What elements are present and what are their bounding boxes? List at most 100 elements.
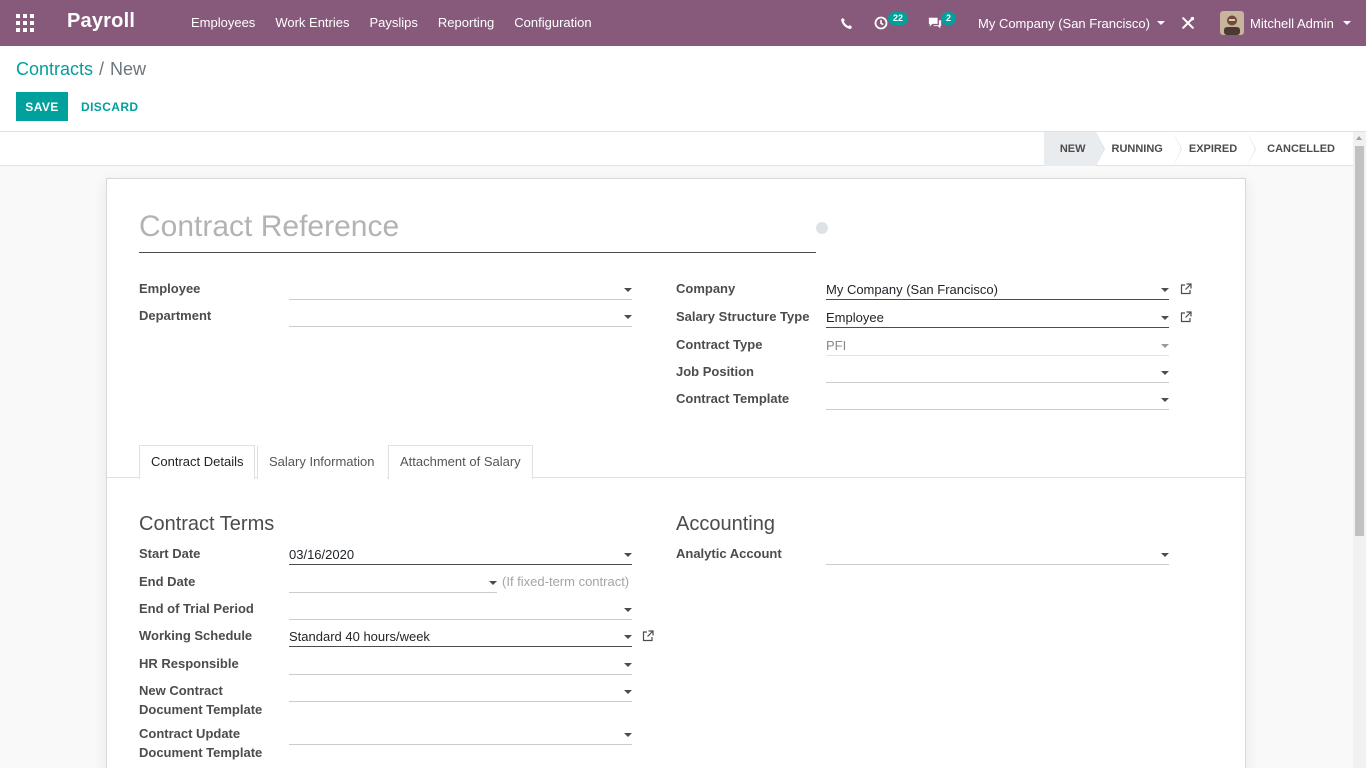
contract-type-field: PFI (826, 336, 1169, 356)
end-date-label: End Date (139, 574, 196, 589)
company-label: Company (676, 281, 736, 296)
job-position-label: Job Position (676, 364, 754, 379)
save-button[interactable]: SAVE (16, 92, 68, 121)
chevron-down-icon (1342, 21, 1351, 25)
user-name: Mitchell Admin (1250, 15, 1334, 31)
external-link-icon[interactable] (642, 630, 654, 642)
menu-payslips[interactable]: Payslips (359, 0, 427, 46)
job-position-field[interactable] (826, 363, 1169, 383)
discard-button[interactable]: DISCARD (74, 92, 145, 121)
caret-down-icon (624, 663, 632, 667)
activities-button[interactable]: 22 (874, 0, 910, 46)
stage-label: NEW (1059, 143, 1086, 155)
menu-employees[interactable]: Employees (181, 0, 265, 46)
notebook-tabs: Contract Details Salary Information Atta… (107, 445, 1245, 479)
phone-button[interactable] (840, 0, 853, 46)
caret-down-icon (624, 553, 632, 557)
hr-responsible-label: HR Responsible (139, 656, 239, 671)
caret-down-icon (1161, 398, 1169, 402)
contract-template-field[interactable] (826, 390, 1169, 410)
end-date-hint: (If fixed-term contract) (502, 574, 630, 589)
caret-down-icon (624, 608, 632, 612)
company-switcher[interactable]: My Company (San Francisco) (978, 0, 1165, 46)
messages-button[interactable]: 2 (927, 0, 959, 46)
stage-label: EXPIRED (1188, 143, 1238, 155)
form-sheet: Contract Reference Employee Department C… (106, 178, 1246, 768)
caret-down-icon (624, 288, 632, 292)
company-name: My Company (San Francisco) (978, 15, 1150, 31)
employee-label: Employee (139, 281, 201, 296)
breadcrumb-current: New (110, 59, 147, 79)
scrollbar-thumb[interactable] (1355, 146, 1364, 536)
analytic-account-field[interactable] (826, 545, 1169, 565)
caret-down-icon (1161, 288, 1169, 292)
working-schedule-field[interactable]: Standard 40 hours/week (289, 627, 632, 647)
contract-reference-input[interactable]: Contract Reference (139, 207, 816, 253)
caret-down-icon (624, 690, 632, 694)
update-contract-template-field[interactable] (289, 725, 632, 745)
working-schedule-label: Working Schedule (139, 628, 253, 643)
caret-down-icon (624, 635, 632, 639)
status-dot-icon (816, 222, 828, 234)
activity-count-badge: 22 (888, 12, 909, 25)
contract-type-label: Contract Type (676, 337, 763, 352)
salary-structure-type-field[interactable]: Employee (826, 308, 1169, 328)
contract-template-label: Contract Template (676, 391, 790, 406)
start-date-field[interactable]: 03/16/2020 (289, 545, 632, 565)
trial-period-label: End of Trial Period (139, 601, 254, 616)
user-menu[interactable]: Mitchell Admin (1220, 0, 1351, 46)
tab-salary-information[interactable]: Salary Information (257, 445, 387, 479)
caret-down-icon (624, 315, 632, 319)
app-name[interactable]: Payroll (67, 10, 135, 33)
caret-down-icon (1161, 371, 1169, 375)
main-menu: Employees Work Entries Payslips Reportin… (181, 0, 602, 46)
apps-grid-icon[interactable] (16, 14, 34, 32)
vertical-scrollbar[interactable] (1353, 132, 1366, 768)
caret-down-icon (624, 733, 632, 737)
caret-down-icon (1161, 553, 1169, 557)
caret-down-icon (1161, 316, 1169, 320)
debug-icon (1182, 16, 1195, 29)
chevron-down-icon (1156, 21, 1165, 25)
new-contract-template-field[interactable] (289, 682, 632, 702)
breadcrumb-contracts[interactable]: Contracts (16, 59, 93, 79)
control-panel: Contracts / New SAVE DISCARD (0, 46, 1366, 132)
update-contract-template-label: Contract Update Document Template (139, 726, 263, 760)
debug-button[interactable] (1181, 0, 1195, 46)
salary-structure-type-label: Salary Structure Type (676, 309, 810, 324)
menu-configuration[interactable]: Configuration (504, 0, 601, 46)
end-date-field[interactable] (289, 573, 497, 593)
accounting-heading: Accounting (676, 513, 775, 535)
external-link-icon[interactable] (1180, 283, 1192, 295)
company-field[interactable]: My Company (San Francisco) (826, 280, 1169, 300)
stage-cancelled[interactable]: CANCELLED (1247, 132, 1353, 166)
tab-attachment-of-salary[interactable]: Attachment of Salary (388, 445, 533, 479)
stage-label: RUNNING (1111, 143, 1163, 155)
trial-period-field[interactable] (289, 600, 632, 620)
contract-terms-heading: Contract Terms (139, 513, 275, 535)
top-navbar: Payroll Employees Work Entries Payslips … (0, 0, 1366, 46)
hr-responsible-field[interactable] (289, 655, 632, 675)
stage-new[interactable]: NEW (1043, 132, 1105, 166)
tab-contract-details[interactable]: Contract Details (139, 445, 256, 479)
menu-reporting[interactable]: Reporting (428, 0, 504, 46)
external-link-icon[interactable] (1180, 311, 1192, 323)
avatar (1220, 11, 1244, 35)
breadcrumb-separator: / (99, 59, 105, 79)
activity-clock-icon (874, 16, 888, 30)
menu-work-entries[interactable]: Work Entries (265, 0, 359, 46)
department-label: Department (139, 308, 212, 323)
department-field[interactable] (289, 307, 632, 327)
start-date-label: Start Date (139, 546, 201, 561)
breadcrumb: Contracts / New (16, 59, 146, 80)
caret-down-icon (1161, 344, 1169, 348)
analytic-account-label: Analytic Account (676, 546, 782, 561)
scroll-up-icon[interactable] (1356, 136, 1362, 140)
stage-expired[interactable]: EXPIRED (1173, 132, 1257, 166)
status-bar: NEW RUNNING EXPIRED CANCELLED (0, 132, 1353, 166)
employee-field[interactable] (289, 280, 632, 300)
stage-label: CANCELLED (1267, 143, 1335, 155)
caret-down-icon (489, 581, 497, 585)
message-count-badge: 2 (941, 12, 957, 25)
stage-running[interactable]: RUNNING (1096, 132, 1182, 166)
